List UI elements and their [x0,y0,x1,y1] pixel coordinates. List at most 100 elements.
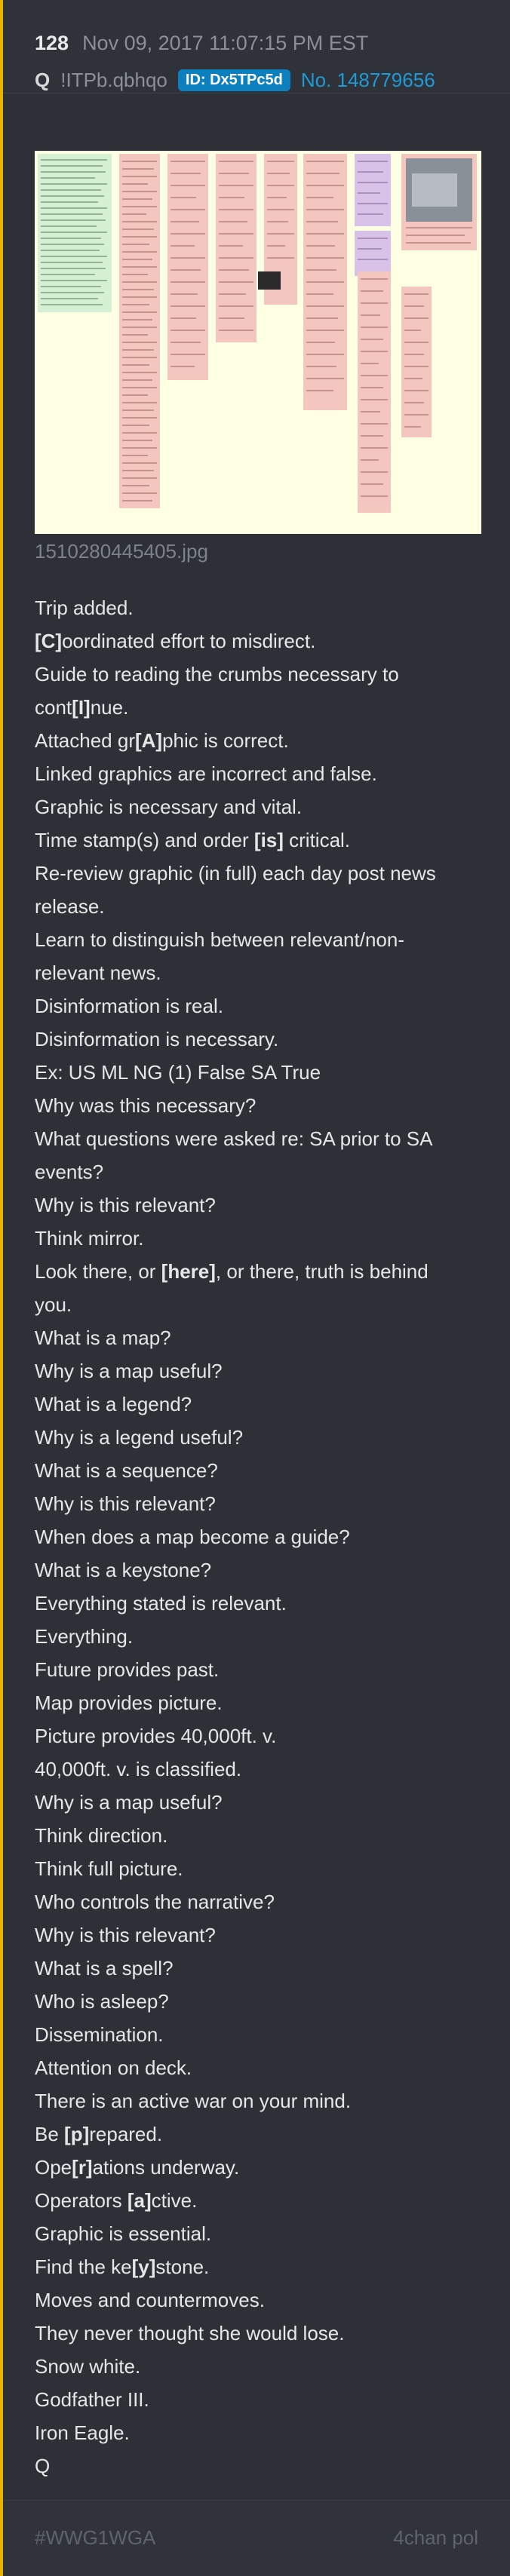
post-body-line: Linked graphics are incorrect and false. [35,757,487,790]
post-body-line: Guide to reading the crumbs necessary to [35,658,487,691]
post-body-line: Graphic is necessary and vital. [35,790,487,823]
attachment-filename[interactable]: 1510280445405.jpg [35,540,208,563]
line-text: , or there, truth is behind [215,1260,429,1283]
line-text: phic is correct. [162,729,289,752]
post-body-line: What is a sequence? [35,1454,487,1487]
line-text: When does a map become a guide? [35,1526,350,1548]
line-text: events? [35,1161,104,1183]
line-text: Be [35,2123,65,2145]
post-body-line: Picture provides 40,000ft. v. [35,1719,487,1753]
line-text: cont [35,696,72,719]
post-body-line: Godfather III. [35,2383,487,2416]
highlighted-letter: [C] [35,630,63,652]
line-text: Why is this relevant? [35,1194,216,1216]
line-text: Learn to distinguish between relevant/no… [35,928,404,951]
line-text: relevant news. [35,961,161,984]
line-text: Disinformation is real. [35,995,223,1017]
post-body-line: Look there, or [here], or there, truth i… [35,1255,487,1288]
line-text: There is an active war on your mind. [35,2090,352,2112]
post-body-line: Who controls the narrative? [35,1885,487,1918]
line-text: release. [35,895,105,918]
line-text: 40,000ft. v. is classified. [35,1758,242,1780]
post-number-link[interactable]: No. 148779656 [301,69,435,92]
line-text: Why is a map useful? [35,1791,223,1814]
post-body-line: Think mirror. [35,1222,487,1255]
post-body-line: Trip added. [35,591,487,624]
attached-image[interactable] [35,151,481,534]
line-text: Guide to reading the crumbs necessary to [35,663,399,685]
line-text: Iron Eagle. [35,2421,130,2444]
highlighted-letter: [a] [127,2189,152,2212]
line-text: Map provides picture. [35,1691,223,1714]
line-text: Why is this relevant? [35,1924,216,1946]
line-text: Moves and countermoves. [35,2289,265,2311]
line-text: Operators [35,2189,128,2212]
highlighted-letter: [r] [72,2156,93,2179]
line-text: Think full picture. [35,1857,183,1880]
line-text: nue. [90,696,129,719]
line-text: Graphic is necessary and vital. [35,796,303,818]
id-badge[interactable]: ID: Dx5TPc5d [177,69,290,91]
line-text: Attention on deck. [35,2056,192,2079]
post-footer: #WWG1WGA 4chan pol [3,2500,510,2576]
post-body-line: Dissemination. [35,2018,487,2051]
post-body-line: Graphic is essential. [35,2217,487,2250]
post-body-line: Learn to distinguish between relevant/no… [35,923,487,956]
post-body-line: 40,000ft. v. is classified. [35,1753,487,1786]
post-body-line: Why is this relevant? [35,1188,487,1222]
line-text: Snow white. [35,2355,141,2378]
post-body-line: Think full picture. [35,1852,487,1885]
line-text: What is a keystone? [35,1559,212,1581]
line-text: Who controls the narrative? [35,1891,275,1913]
tripcode: !ITPb.qbhqo [60,68,167,91]
line-text: Dissemination. [35,2023,164,2046]
post-body-line: Snow white. [35,2350,487,2383]
line-text: Everything stated is relevant. [35,1592,287,1615]
author-name: Q [35,68,51,91]
post-body-line: Disinformation is real. [35,989,487,1023]
line-text: Think mirror. [35,1227,144,1250]
post-body-line: Moves and countermoves. [35,2283,487,2317]
post-card: 128 Nov 09, 2017 11:07:15 PM EST Q !ITPb… [0,0,510,2576]
line-text: What is a map? [35,1326,171,1349]
line-text: Ope [35,2156,72,2179]
line-text: Future provides past. [35,1658,220,1681]
line-text: They never thought she would lose. [35,2322,345,2344]
post-body-line: [C]oordinated effort to misdirect. [35,624,487,658]
post-body-line: Why is this relevant? [35,1918,487,1952]
post-body-line: Attached gr[A]phic is correct. [35,724,487,757]
post-body-line: Why is a map useful? [35,1354,487,1388]
post-number: 128 [35,32,69,54]
post-body-line: Time stamp(s) and order [is] critical. [35,823,487,857]
line-text: Q [35,2455,51,2477]
line-text: repared. [89,2123,163,2145]
attached-graphic-thumbnail [35,151,481,534]
post-body-line: What is a spell? [35,1952,487,1985]
line-text: Time stamp(s) and order [35,829,254,851]
post-body-line: Map provides picture. [35,1686,487,1719]
line-text: Everything. [35,1625,134,1648]
line-text: Graphic is essential. [35,2222,212,2245]
highlighted-letter: [y] [131,2256,156,2278]
post-body-line: Be [p]repared. [35,2118,487,2151]
line-text: Godfather III. [35,2388,149,2411]
post-body-line: Why is this relevant? [35,1487,487,1520]
line-text: What questions were asked re: SA prior t… [35,1127,433,1150]
line-text: What is a legend? [35,1393,192,1415]
highlighted-letter: [I] [72,696,91,719]
line-text: What is a sequence? [35,1459,218,1482]
line-text: Linked graphics are incorrect and false. [35,762,377,785]
line-text: critical. [283,829,351,851]
line-text: Who is asleep? [35,1990,169,2013]
line-text: Look there, or [35,1260,161,1283]
highlighted-letter: [p] [64,2123,90,2145]
post-body-line: Iron Eagle. [35,2416,487,2449]
post-body-line: Ope[r]ations underway. [35,2151,487,2184]
line-text: oordinated effort to misdirect. [62,630,316,652]
line-text: Picture provides 40,000ft. v. [35,1725,277,1747]
line-text: ations underway. [92,2156,240,2179]
post-body-line: Ex: US ML NG (1) False SA True [35,1056,487,1089]
line-text: Why was this necessary? [35,1094,257,1117]
line-text: Why is this relevant? [35,1492,216,1515]
post-body-line: cont[I]nue. [35,691,487,724]
